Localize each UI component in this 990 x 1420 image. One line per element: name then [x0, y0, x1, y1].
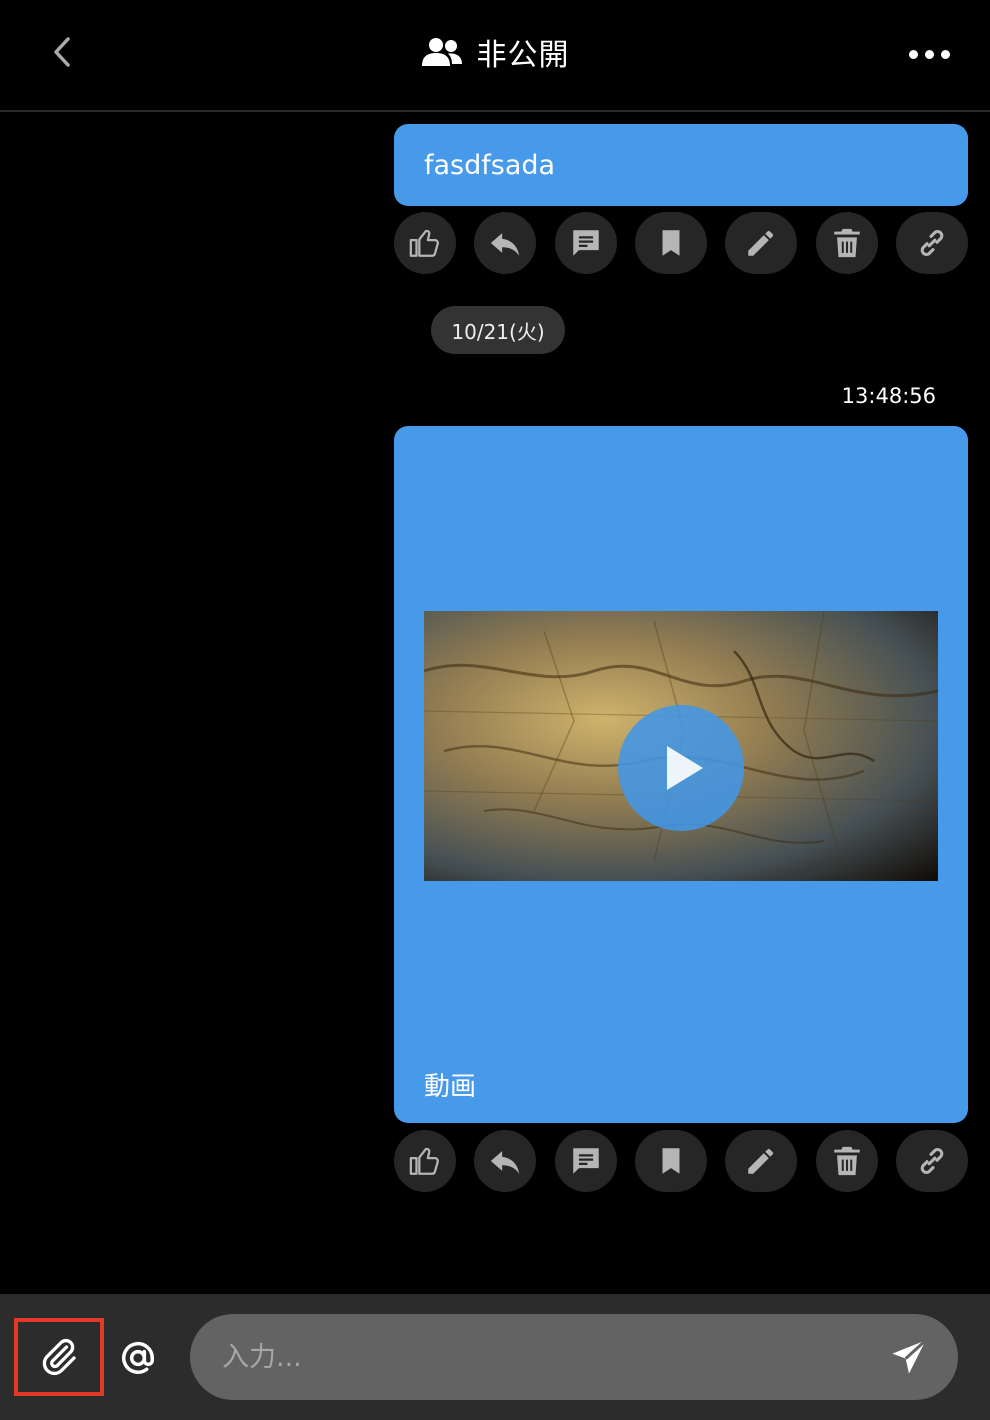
message-input-wrapper — [190, 1314, 958, 1400]
delete-button[interactable] — [815, 212, 878, 274]
message-timestamp: 13:48:56 — [841, 384, 936, 408]
page-title: 非公開 — [476, 38, 570, 73]
edit-button[interactable] — [725, 212, 798, 274]
date-separator: 10/21(火) — [431, 306, 565, 354]
reply-button[interactable] — [474, 212, 537, 274]
delete-icon — [833, 1146, 860, 1176]
comment-icon — [572, 230, 599, 256]
reply-icon — [491, 1151, 520, 1174]
send-icon — [892, 1339, 927, 1374]
bookmark-button[interactable] — [634, 1130, 707, 1192]
message-actions — [394, 212, 968, 278]
link-button[interactable] — [895, 212, 968, 274]
link-icon — [920, 229, 944, 257]
message-actions — [394, 1130, 968, 1196]
comment-button[interactable] — [554, 212, 617, 274]
like-button[interactable] — [394, 212, 456, 274]
reply-button[interactable] — [474, 1130, 537, 1192]
chat-header: 非公開 — [0, 0, 990, 112]
video-caption: 動画 — [424, 1072, 477, 1102]
message-text: fasdfsada — [424, 150, 556, 181]
edit-button[interactable] — [725, 1130, 798, 1192]
delete-button[interactable] — [815, 1130, 878, 1192]
attach-button[interactable] — [14, 1318, 104, 1396]
message-input[interactable] — [222, 1314, 862, 1400]
comment-icon — [572, 1148, 599, 1174]
play-button[interactable] — [618, 705, 744, 831]
at-icon — [122, 1342, 154, 1374]
like-icon — [409, 229, 439, 257]
message-composer — [0, 1294, 990, 1420]
reply-icon — [491, 233, 520, 256]
bookmark-icon — [662, 230, 680, 256]
send-button[interactable] — [886, 1334, 932, 1380]
users-icon — [421, 38, 462, 66]
link-button[interactable] — [895, 1130, 968, 1192]
edit-icon — [748, 1148, 774, 1174]
more-horizontal-icon — [908, 49, 918, 59]
more-options-button[interactable] — [904, 34, 954, 74]
like-icon — [409, 1147, 439, 1175]
comment-button[interactable] — [554, 1130, 617, 1192]
paperclip-icon — [42, 1338, 76, 1376]
link-icon — [920, 1147, 944, 1175]
video-thumbnail[interactable] — [424, 611, 938, 881]
mention-button[interactable] — [112, 1332, 164, 1384]
delete-icon — [833, 228, 860, 258]
chat-title: 非公開 — [0, 30, 990, 74]
bookmark-icon — [662, 1148, 680, 1174]
bookmark-button[interactable] — [634, 212, 707, 274]
like-button[interactable] — [394, 1130, 456, 1192]
edit-icon — [748, 230, 774, 256]
play-icon — [667, 746, 703, 790]
